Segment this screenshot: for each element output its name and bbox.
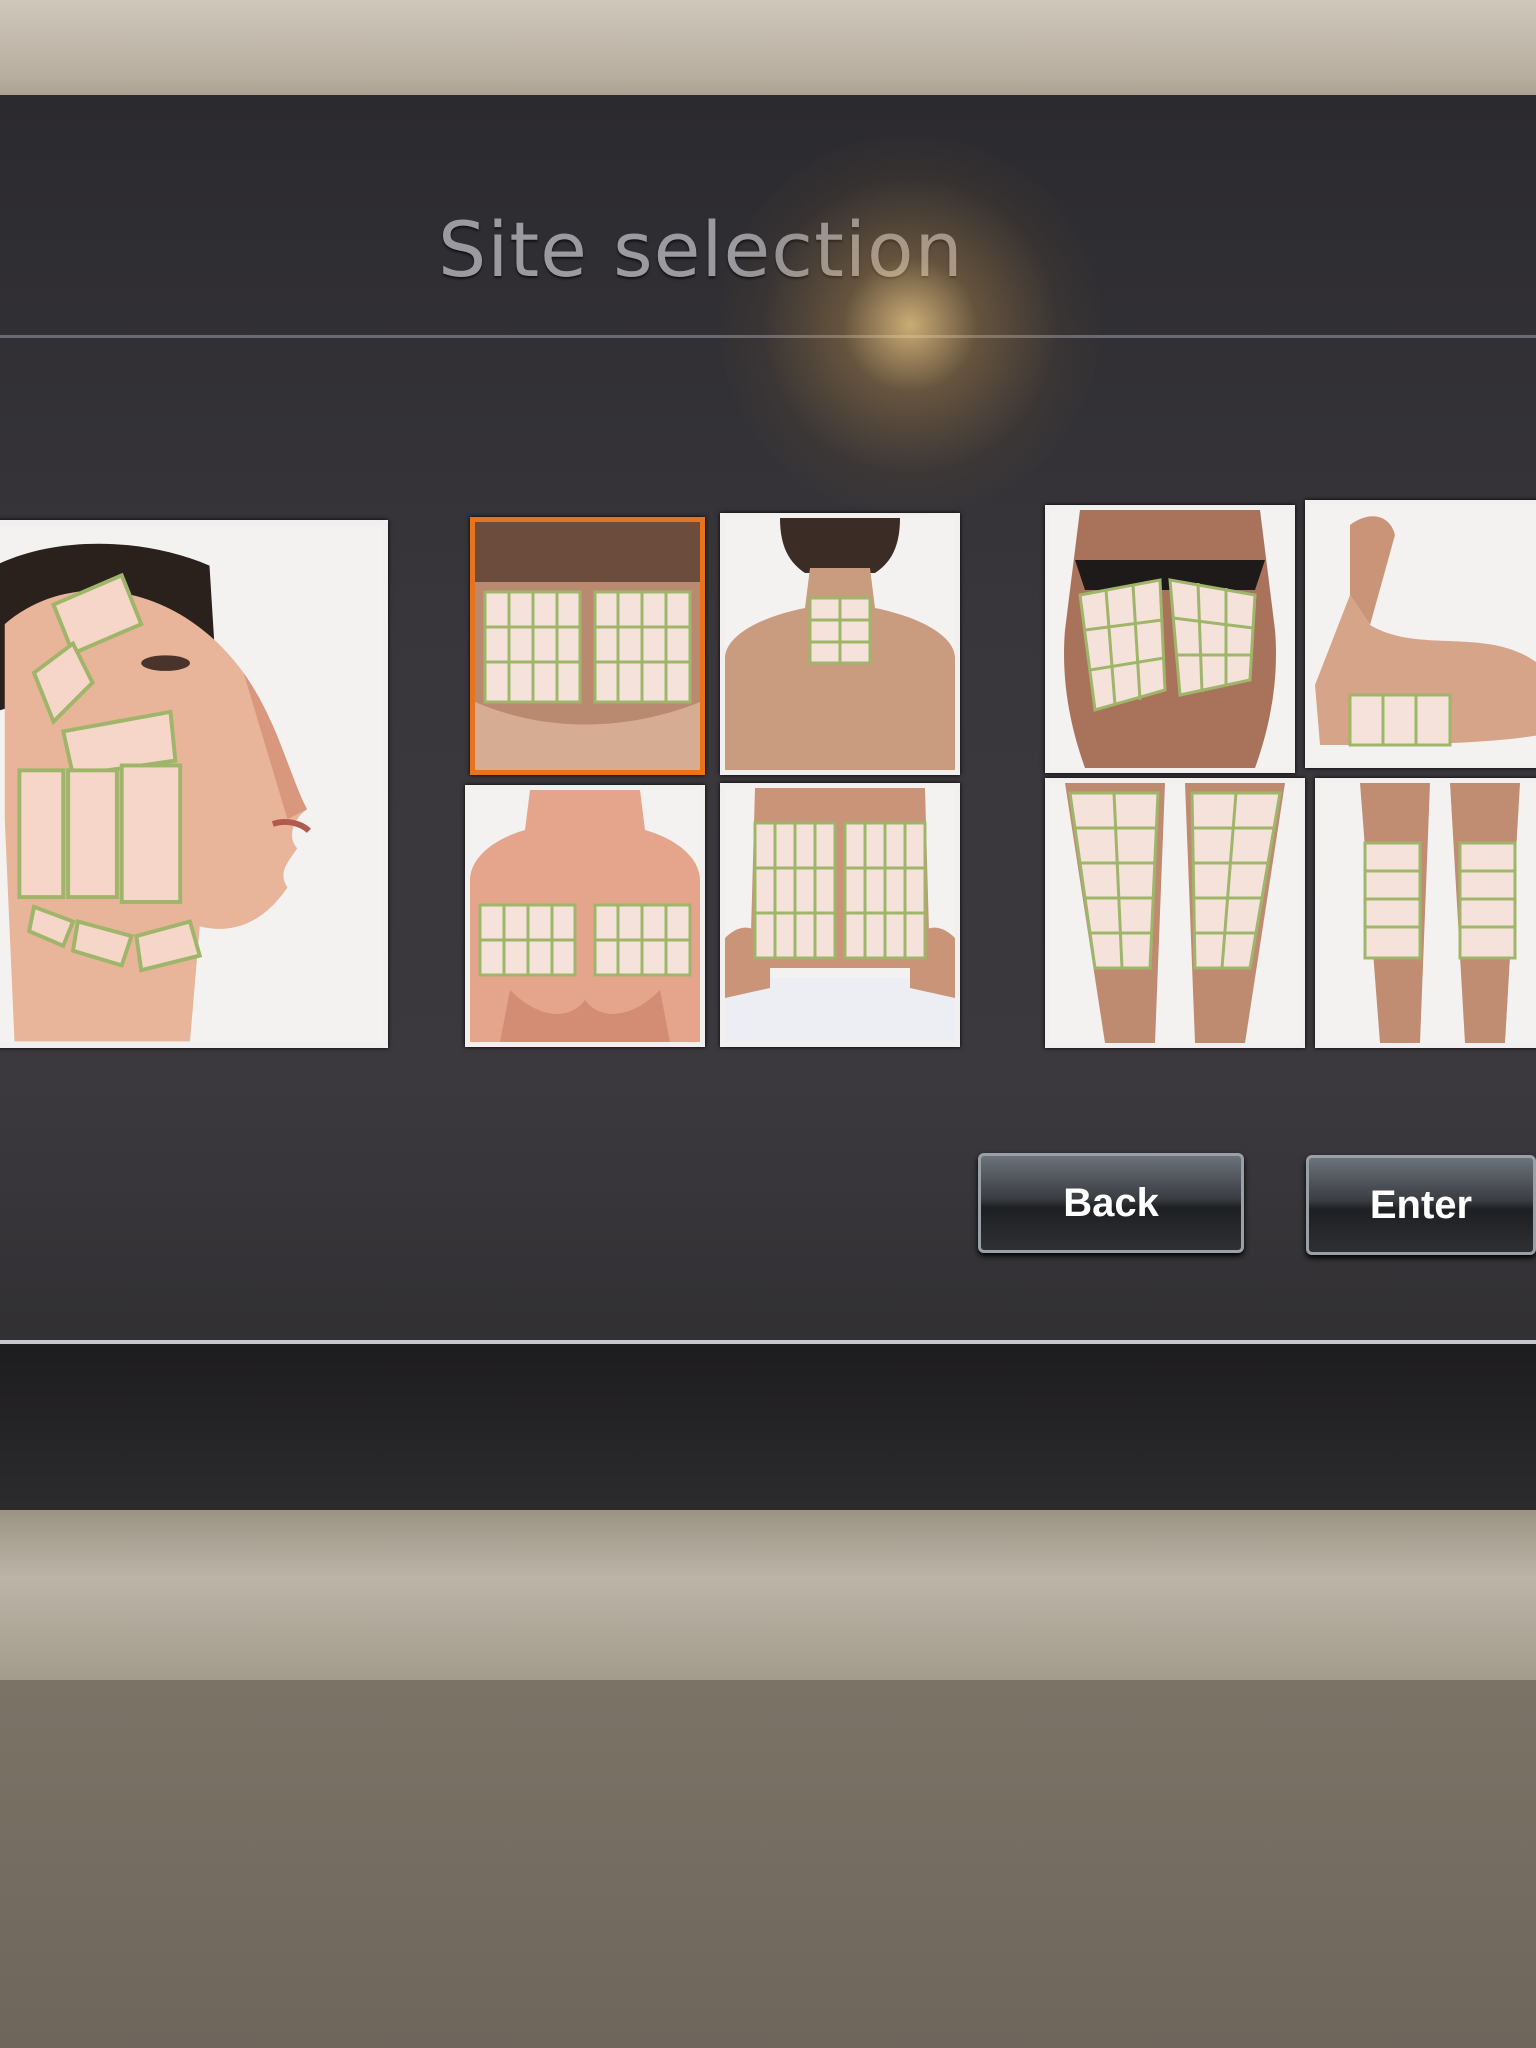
abdomen-image	[725, 788, 955, 1042]
buttocks-image	[1050, 510, 1290, 768]
enter-button[interactable]: Enter	[1306, 1155, 1536, 1255]
site-tile-buttocks[interactable]	[1045, 505, 1295, 773]
light-glare	[720, 135, 1100, 515]
desk-surface	[0, 1680, 1536, 2048]
upper-arm-image	[1310, 505, 1536, 763]
page-title: Site selection	[438, 205, 964, 294]
footer-band	[0, 1344, 1536, 1515]
chest-image	[470, 790, 700, 1042]
thighs-image	[1050, 783, 1300, 1043]
site-tile-upper-arm[interactable]	[1305, 500, 1536, 768]
nape-image	[725, 518, 955, 770]
back-button[interactable]: Back	[978, 1153, 1244, 1253]
site-tile-abdomen[interactable]	[720, 783, 960, 1047]
site-tile-face-neck[interactable]	[0, 520, 388, 1048]
title-divider	[0, 335, 1536, 338]
site-tile-chest[interactable]	[465, 785, 705, 1047]
site-tile-calves[interactable]	[1315, 778, 1536, 1048]
face-neck-image	[0, 526, 383, 1042]
site-tile-nape[interactable]	[720, 513, 960, 775]
device-bezel-bottom	[0, 1510, 1536, 1680]
site-tile-upper-back[interactable]	[470, 517, 705, 775]
site-tile-thighs[interactable]	[1045, 778, 1305, 1048]
upper-back-image	[475, 522, 700, 770]
device-screen: Site selection Back Enter	[0, 95, 1536, 1515]
calves-image	[1320, 783, 1536, 1043]
